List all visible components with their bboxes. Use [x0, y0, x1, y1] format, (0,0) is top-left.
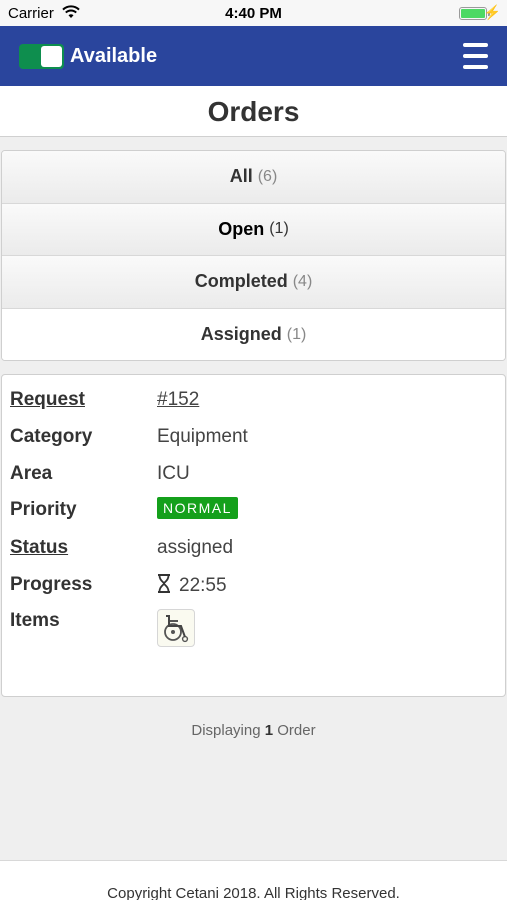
copyright-text: Copyright Cetani 2018. All Rights Reserv…: [107, 885, 400, 900]
availability-label: Available: [70, 45, 158, 67]
status-bar: Carrier 4:40 PM ⚡: [0, 0, 507, 26]
hamburger-menu-icon[interactable]: [463, 43, 488, 69]
top-nav-bar: Available: [0, 26, 507, 86]
progress-value: 22:55: [157, 574, 227, 599]
status-sort-link[interactable]: Status: [10, 537, 68, 559]
wheelchair-icon[interactable]: [157, 609, 195, 647]
page-title: Orders: [207, 96, 300, 127]
filter-count: (6): [257, 167, 278, 185]
toggle-knob: [41, 46, 62, 67]
summary-prefix: Displaying: [191, 722, 261, 739]
filter-assigned[interactable]: Assigned (1): [2, 308, 505, 360]
filter-label: Assigned: [200, 324, 282, 345]
area-label: Area: [10, 463, 53, 484]
filter-label: All: [229, 166, 253, 187]
category-value: Equipment: [157, 426, 248, 447]
availability-toggle[interactable]: [19, 44, 64, 69]
order-card: Request #152 Category Equipment Area ICU…: [1, 374, 506, 697]
request-number-link[interactable]: #152: [157, 389, 199, 411]
request-sort-link[interactable]: Request: [10, 389, 85, 411]
priority-badge: NORMAL: [157, 497, 238, 519]
page-footer: Copyright Cetani 2018. All Rights Reserv…: [0, 860, 507, 900]
filter-completed[interactable]: Completed (4): [2, 256, 505, 309]
filter-label: Open: [218, 218, 265, 239]
filter-count: (1): [269, 220, 289, 238]
summary-suffix: Order: [277, 722, 316, 739]
filter-all[interactable]: All (6): [2, 151, 505, 204]
filter-label: Completed: [194, 271, 288, 292]
results-summary: Displaying 1 Order: [0, 722, 507, 739]
filter-count: (1): [286, 325, 307, 343]
filter-open[interactable]: Open (1): [2, 203, 505, 256]
clock: 4:40 PM: [225, 5, 282, 22]
status-value: assigned: [157, 537, 234, 558]
priority-label: Priority: [10, 499, 77, 520]
order-filter-list: All (6) Open (1) Completed (4) Assigned …: [1, 150, 506, 361]
filter-count: (4): [292, 272, 313, 290]
progress-label: Progress: [10, 574, 93, 595]
items-label: Items: [10, 610, 60, 631]
area-value: ICU: [157, 463, 190, 484]
summary-count: 1: [264, 722, 274, 739]
charging-icon: ⚡: [483, 4, 501, 20]
priority-value: NORMAL: [157, 497, 238, 521]
items-value: [157, 609, 195, 647]
page-header: Orders: [0, 86, 507, 137]
progress-timer: 22:55: [179, 575, 227, 596]
category-label: Category: [10, 426, 93, 447]
hourglass-icon: [157, 574, 171, 599]
